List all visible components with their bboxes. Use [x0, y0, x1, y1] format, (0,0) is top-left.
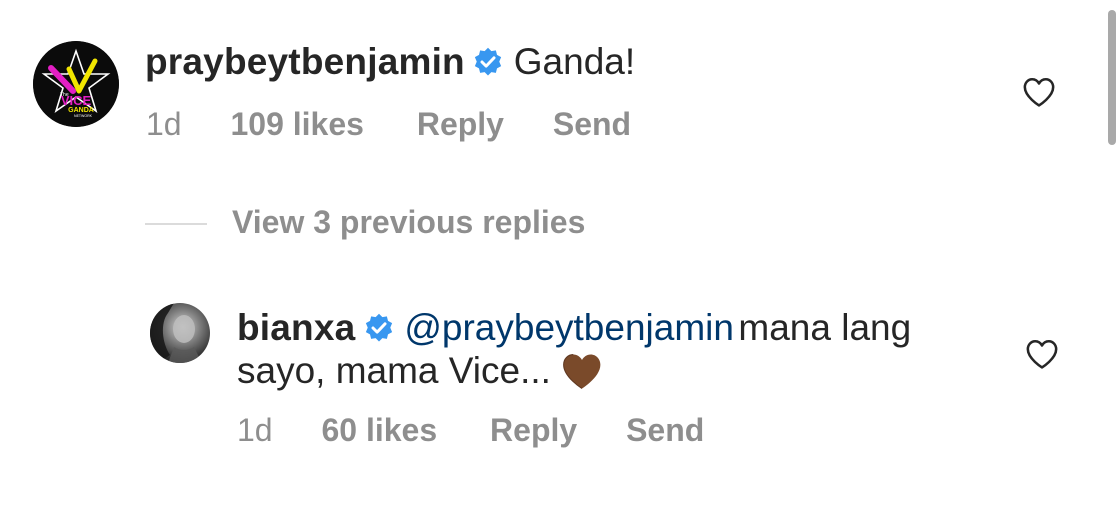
comment-time: 1d — [146, 106, 182, 142]
comment-time: 1d — [237, 412, 273, 448]
verified-badge-icon — [473, 47, 503, 77]
comment-text: Ganda! — [513, 41, 636, 82]
verified-badge-icon — [364, 313, 394, 343]
comment-username[interactable]: praybeytbenjamin — [145, 41, 465, 82]
like-heart-icon[interactable] — [1025, 338, 1059, 370]
comment-meta-2: 1d 60 likes Reply Send — [237, 412, 704, 449]
comment-line-2b: sayo, mama Vice... — [237, 350, 603, 396]
likes-count[interactable]: 109 likes — [230, 106, 363, 142]
avatar-text-sub: GANDA — [68, 107, 94, 114]
like-heart-icon[interactable] — [1022, 76, 1056, 108]
comment-line-2a: bianxa @praybeytbenjamin mana lang — [237, 307, 911, 349]
avatar[interactable]: The VICE GANDA NETWORK — [33, 41, 119, 127]
avatar-text-main: VICE — [61, 93, 92, 108]
avatar-text-bottom: NETWORK — [74, 114, 93, 118]
scrollbar-thumb[interactable] — [1108, 10, 1116, 145]
mention-link[interactable]: @praybeytbenjamin — [404, 307, 734, 348]
comment-text-line-1: mana lang — [738, 307, 912, 348]
comment-username[interactable]: bianxa — [237, 307, 355, 348]
avatar[interactable] — [150, 303, 210, 363]
likes-count[interactable]: 60 likes — [321, 412, 437, 448]
comment-meta-1: 1d 109 likes Reply Send — [146, 106, 631, 143]
replies-divider — [145, 223, 207, 225]
reply-button[interactable]: Reply — [490, 412, 577, 448]
view-previous-replies-button[interactable]: View 3 previous replies — [232, 204, 585, 241]
comment-line-1: praybeytbenjamin Ganda! — [145, 41, 635, 83]
reply-button[interactable]: Reply — [417, 106, 504, 142]
brown-heart-emoji-icon — [561, 351, 603, 396]
comment-text-line-2: sayo, mama Vice... — [237, 350, 551, 391]
send-button[interactable]: Send — [626, 412, 704, 448]
send-button[interactable]: Send — [553, 106, 631, 142]
